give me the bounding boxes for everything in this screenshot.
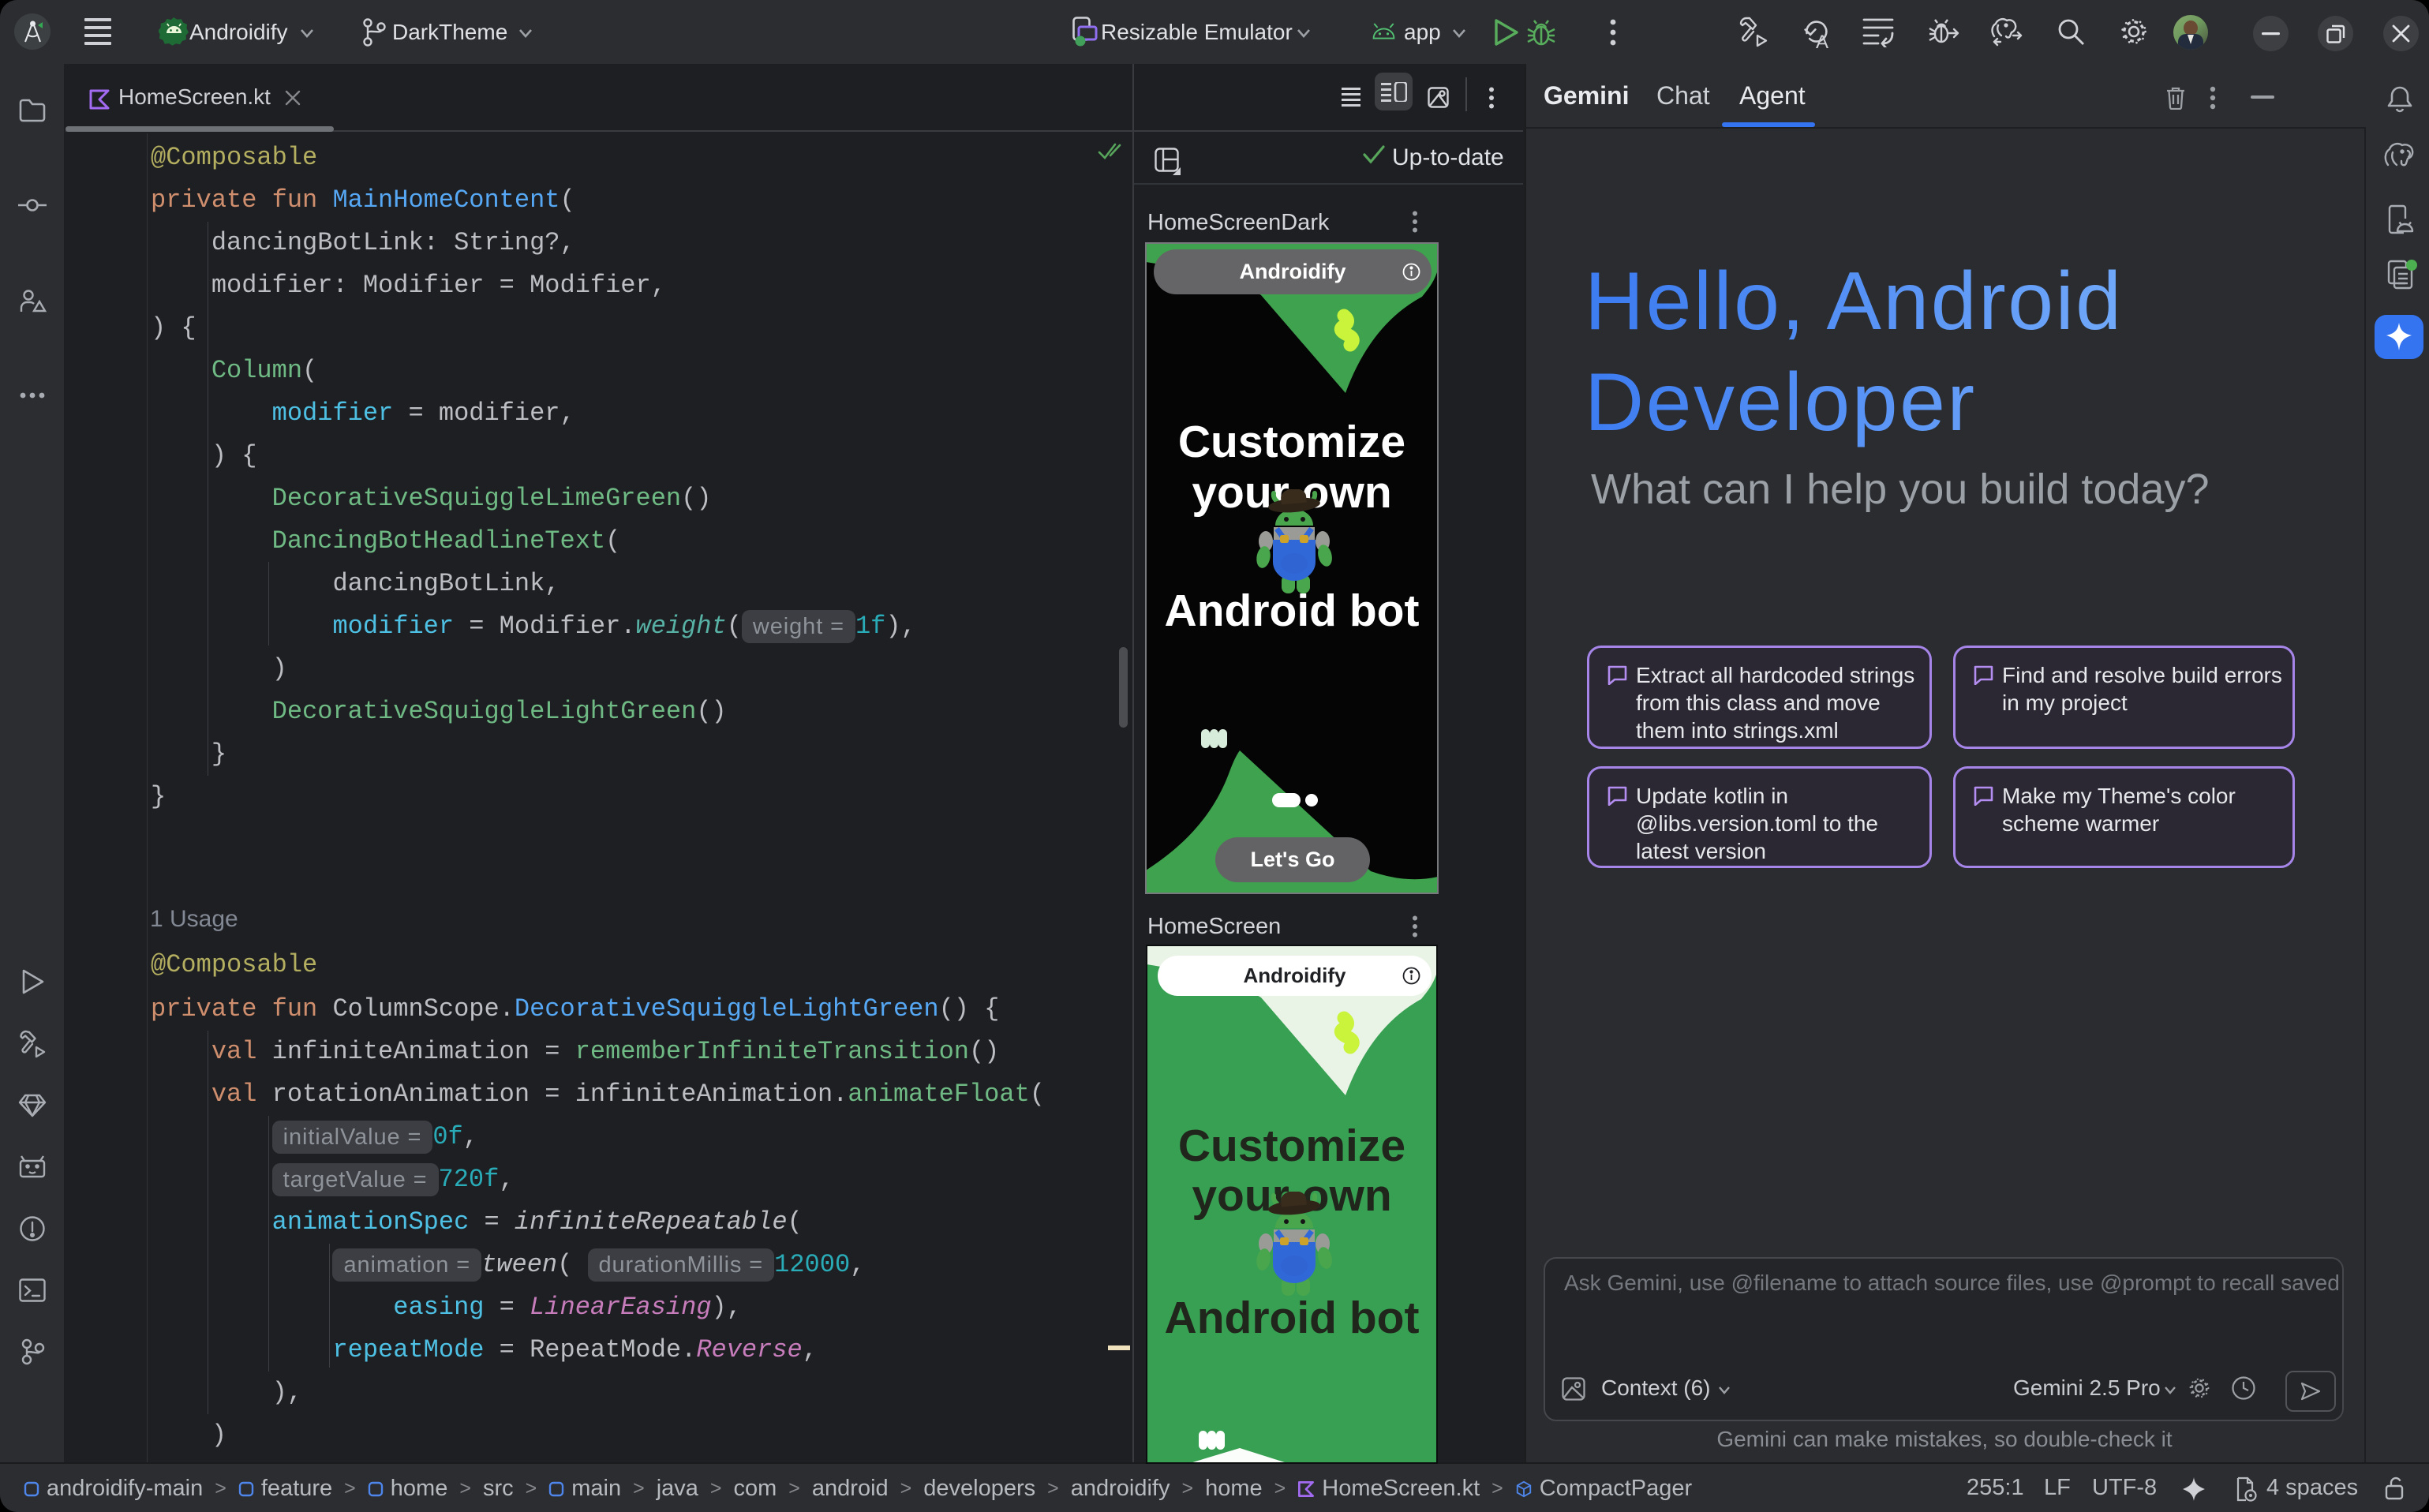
svg-text:A: A: [1816, 32, 1828, 49]
